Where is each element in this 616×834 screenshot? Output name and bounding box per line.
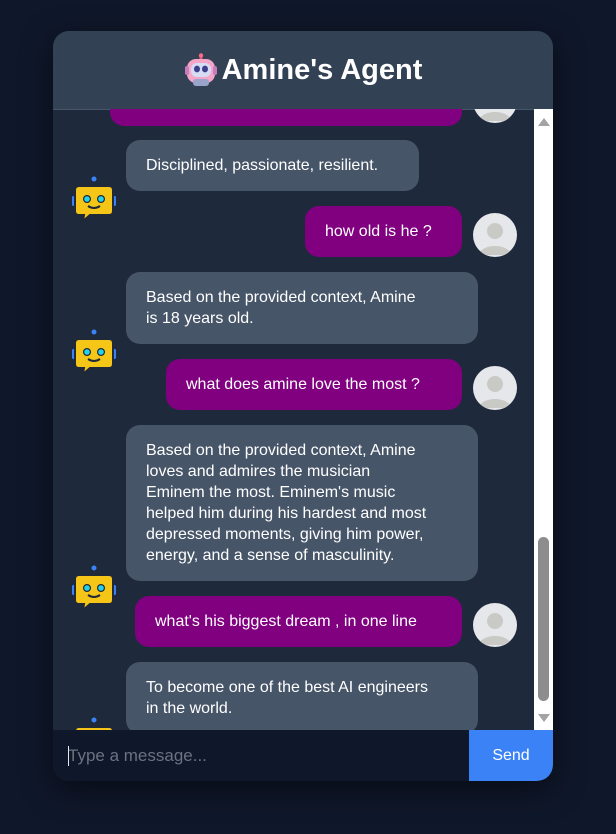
user-avatar xyxy=(473,366,517,410)
user-avatar xyxy=(473,603,517,647)
message-list: Disciplined, passionate, resilient. how … xyxy=(53,109,553,730)
chat-header: Amine's Agent xyxy=(53,31,553,110)
user-message: what does amine love the most ? xyxy=(166,359,462,410)
user-silhouette-icon xyxy=(479,376,511,408)
text-caret xyxy=(68,746,69,766)
send-button[interactable]: Send xyxy=(469,730,553,781)
bot-avatar-icon xyxy=(72,176,116,223)
user-message-partial xyxy=(110,109,462,126)
bot-message: Based on the provided context, Amine is … xyxy=(126,272,478,344)
scroll-down-arrow-icon[interactable] xyxy=(538,714,550,722)
bot-message: Disciplined, passionate, resilient. xyxy=(126,140,419,191)
bot-message: Based on the provided context, Amine lov… xyxy=(126,425,478,581)
message-scrollbar[interactable] xyxy=(534,109,553,730)
user-message: how old is he ? xyxy=(305,206,462,257)
user-message: what's his biggest dream , in one line xyxy=(135,596,462,647)
user-silhouette-icon xyxy=(479,223,511,255)
chat-window: Amine's Agent Disciplined, passionate, r… xyxy=(53,31,553,781)
bot-avatar-icon xyxy=(74,717,114,730)
user-avatar xyxy=(473,109,517,123)
app-title: Amine's Agent xyxy=(221,53,423,86)
user-silhouette-icon xyxy=(479,613,511,645)
message-input[interactable] xyxy=(53,730,469,781)
message-composer: Send xyxy=(53,730,553,781)
scroll-thumb[interactable] xyxy=(538,537,549,701)
user-avatar xyxy=(473,213,517,257)
user-silhouette-icon xyxy=(479,112,511,121)
bot-avatar-icon xyxy=(72,329,116,376)
bot-message: To become one of the best AI engineers i… xyxy=(126,662,478,730)
robot-icon xyxy=(184,53,217,86)
scroll-up-arrow-icon[interactable] xyxy=(538,118,550,126)
bot-avatar-icon xyxy=(72,565,116,612)
